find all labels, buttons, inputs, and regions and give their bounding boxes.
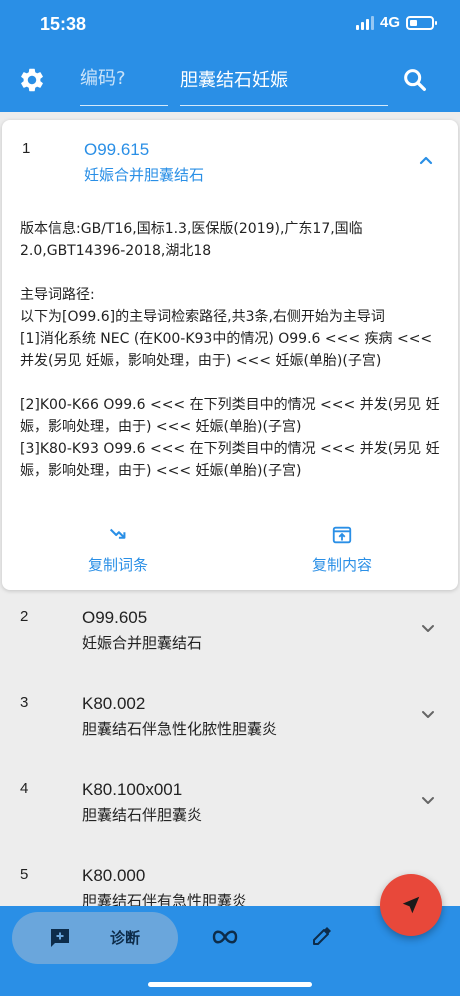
list-item[interactable]: 3 K80.002 胆囊结石伴急性化脓性胆囊炎 (0, 686, 460, 772)
code-input[interactable] (80, 64, 168, 89)
network-type: 4G (379, 14, 400, 31)
path-item-1: [1]消化系统 NEC (在K00-K93中的情况) O99.6 <<< 疾病 … (20, 331, 437, 369)
battery-icon (406, 15, 437, 30)
result-number: 5 (20, 866, 29, 883)
code-search-field[interactable] (80, 64, 168, 106)
keyword-search-field[interactable] (180, 64, 388, 106)
result-number: 4 (20, 780, 29, 797)
path-title: 主导词路径: (20, 287, 95, 303)
status-time: 15:38 (40, 14, 87, 34)
result-name: 胆囊结石伴急性化脓性胆囊炎 (82, 720, 278, 738)
chevron-up-icon[interactable] (418, 152, 434, 168)
result-name: 妊娠合并胆囊结石 (84, 166, 205, 184)
open-in-box-icon (332, 526, 352, 544)
home-indicator (148, 982, 312, 987)
path-item-2: [2]K00-K66 O99.6 <<< 在下列类目中的情况 <<< 并发(另见… (20, 397, 440, 435)
search-icon[interactable] (401, 66, 429, 94)
copy-entry-button[interactable]: 复制词条 (88, 524, 148, 575)
list-item[interactable]: 4 K80.100x001 胆囊结石伴胆囊炎 (0, 772, 460, 858)
copy-content-label: 复制内容 (312, 556, 373, 574)
navigation-arrow-icon (402, 896, 420, 914)
diagnosis-label: 诊断 (110, 929, 141, 947)
result-code: K80.002 (82, 694, 146, 713)
result-code: K80.100x001 (82, 780, 183, 799)
status-icons: 4G (355, 14, 437, 31)
path-item-3: [3]K80-K93 O99.6 <<< 在下列类目中的情况 <<< 并发(另见… (20, 441, 440, 479)
expanded-result-card[interactable]: 1 O99.615 妊娠合并胆囊结石 版本信息:GB/T16,国标1.3,医保版… (2, 120, 458, 590)
chevron-down-icon[interactable] (420, 706, 436, 722)
result-number: 2 (20, 608, 29, 625)
chevron-down-icon[interactable] (420, 620, 436, 636)
chevron-down-icon[interactable] (420, 792, 436, 808)
path-intro: 以下为[O99.6]的主导词检索路径,共3条,右侧开始为主导词 (20, 309, 385, 325)
result-name: 胆囊结石伴胆囊炎 (82, 806, 203, 824)
copy-content-button[interactable]: 复制内容 (312, 524, 372, 575)
result-number: 1 (22, 140, 31, 157)
result-code: K80.000 (82, 866, 146, 885)
diagnosis-tab[interactable]: 诊断 (12, 912, 178, 964)
copy-entry-label: 复制词条 (88, 556, 149, 574)
keyword-input[interactable] (180, 64, 388, 89)
settings-gear-icon[interactable] (18, 66, 46, 94)
version-info: 版本信息:GB/T16,国标1.3,医保版(2019),广东17,国临2.0,G… (20, 221, 363, 259)
trend-arrow-icon (109, 528, 126, 539)
infinity-icon[interactable] (210, 926, 240, 948)
result-number: 3 (20, 694, 29, 711)
app-bar: 15:38 4G (0, 0, 460, 112)
navigate-fab[interactable] (380, 874, 442, 936)
result-code: O99.605 (82, 608, 148, 627)
add-comment-icon (51, 929, 69, 947)
result-code: O99.615 (84, 140, 150, 159)
result-name: 妊娠合并胆囊结石 (82, 634, 203, 652)
list-item[interactable]: 2 O99.605 妊娠合并胆囊结石 (0, 600, 460, 686)
signal-icon (355, 15, 374, 30)
eyedropper-icon[interactable] (310, 924, 334, 948)
